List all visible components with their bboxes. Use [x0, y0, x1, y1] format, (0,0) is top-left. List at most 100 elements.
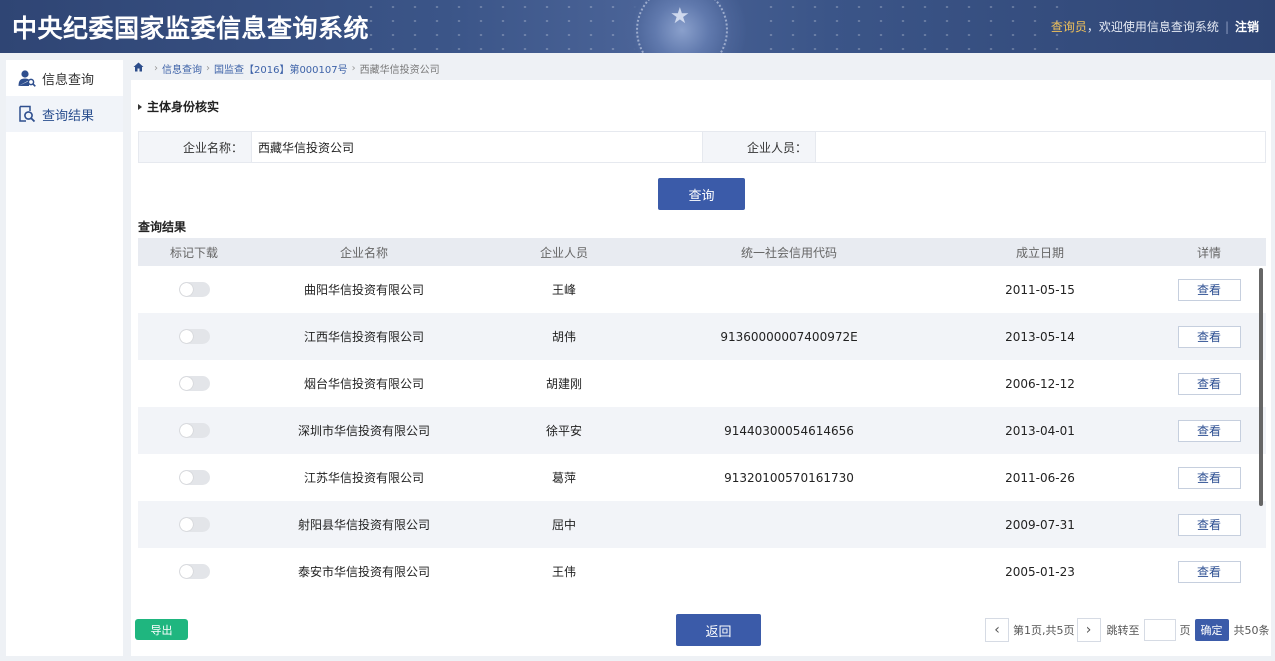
jump-label: 跳转至 — [1106, 624, 1140, 637]
chevron-right-icon: › — [154, 62, 158, 74]
company-name-cell: 泰安市华信投资有限公司 — [297, 565, 430, 579]
mark-download-toggle[interactable] — [178, 470, 210, 485]
view-detail-button[interactable]: 查看 — [1177, 278, 1241, 301]
company-name-input[interactable] — [251, 132, 703, 162]
app-header: ★ 中央纪委国家监委信息查询系统 查询员，欢迎使用信息查询系统 | 注销 — [0, 0, 1275, 53]
company-person-input[interactable] — [815, 132, 1265, 162]
table-header: 标记下载 企业名称 企业人员 统一社会信用代码 成立日期 详情 — [138, 238, 1266, 266]
company-person-cell: 屈中 — [551, 518, 576, 532]
company-name-cell: 曲阳华信投资有限公司 — [303, 283, 424, 297]
company-person-label: 企业人员： — [703, 132, 815, 162]
column-header: 企业名称 — [339, 245, 388, 260]
mark-download-cell — [138, 282, 250, 297]
table-body: 曲阳华信投资有限公司 王峰 2011-05-15 查看 江西华信投资有限公司 胡伟 9136… — [138, 266, 1266, 595]
view-detail-button[interactable]: 查看 — [1177, 466, 1241, 489]
back-button[interactable]: 返回 — [676, 614, 761, 646]
user-bar: 查询员，欢迎使用信息查询系统 | 注销 — [1051, 18, 1259, 35]
view-detail-button[interactable]: 查看 — [1177, 372, 1241, 395]
mark-download-cell — [138, 423, 250, 438]
breadcrumb-item[interactable]: 信息查询 — [162, 61, 202, 76]
table-row: 曲阳华信投资有限公司 王峰 2011-05-15 查看 — [138, 266, 1266, 313]
view-detail-button[interactable]: 查看 — [1177, 513, 1241, 536]
mark-download-cell — [138, 376, 250, 391]
founding-date-cell: 2005-01-23 — [1005, 564, 1075, 579]
header-decoration — [760, 0, 1060, 53]
view-detail-button[interactable]: 查看 — [1177, 419, 1241, 442]
star-icon: ★ — [670, 4, 690, 29]
confirm-button[interactable]: 确定 — [1194, 619, 1229, 641]
export-button[interactable]: 导出 — [135, 619, 188, 640]
detail-cell: 查看 — [1152, 325, 1266, 348]
view-detail-button[interactable]: 查看 — [1177, 325, 1241, 348]
page-jump-input[interactable] — [1143, 619, 1176, 641]
detail-cell: 查看 — [1152, 513, 1266, 536]
sidebar-item-query-results[interactable]: 查询结果 — [6, 96, 123, 132]
table-row: 射阳县华信投资有限公司 屈中 2009-07-31 查看 — [138, 501, 1266, 548]
mark-download-cell — [138, 564, 250, 579]
detail-cell: 查看 — [1152, 560, 1266, 583]
prev-page-icon[interactable]: ‹ — [985, 618, 1009, 642]
mark-download-toggle[interactable] — [178, 282, 210, 297]
table-row: 烟台华信投资有限公司 胡建刚 2006-12-12 查看 — [138, 360, 1266, 407]
company-name-cell: 江苏华信投资有限公司 — [303, 471, 424, 485]
search-form: 企业名称： 企业人员： — [138, 131, 1266, 163]
mark-download-cell — [138, 470, 250, 485]
company-name-label: 企业名称： — [139, 132, 251, 162]
sidebar-item-label: 查询结果 — [42, 108, 95, 124]
welcome-text: ，欢迎使用信息查询系统 — [1086, 20, 1219, 34]
app-title: 中央纪委国家监委信息查询系统 — [12, 14, 370, 43]
founding-date-cell: 2009-07-31 — [1005, 517, 1075, 532]
header-decoration — [360, 0, 660, 53]
table-row: 泰安市华信投资有限公司 王伟 2005-01-23 查看 — [138, 548, 1266, 595]
section-title: 主体身份核实 — [138, 98, 219, 115]
column-header: 企业人员 — [539, 245, 588, 260]
company-name-cell: 深圳市华信投资有限公司 — [297, 424, 430, 438]
page-info: 第1页,共5页 — [1013, 624, 1075, 637]
chevron-right-icon: › — [206, 62, 210, 74]
column-header: 统一社会信用代码 — [740, 245, 837, 260]
query-button[interactable]: 查询 — [658, 178, 745, 210]
company-person-cell: 葛萍 — [551, 471, 576, 485]
credit-code-cell: 91360000007400972E — [720, 329, 858, 344]
divider: | — [1224, 20, 1229, 34]
mark-download-toggle[interactable] — [178, 329, 210, 344]
credit-code-cell: 91440300054614656 — [724, 423, 854, 438]
sidebar-item-info-query[interactable]: 信息查询 — [6, 60, 123, 96]
table-scrollbar[interactable] — [1259, 268, 1263, 506]
breadcrumb-current: 西藏华信投资公司 — [359, 64, 440, 76]
founding-date-cell: 2013-04-01 — [1005, 423, 1075, 438]
home-icon[interactable] — [133, 62, 144, 75]
founding-date-cell: 2011-05-15 — [1005, 282, 1075, 297]
user-search-icon — [18, 69, 36, 87]
mark-download-toggle[interactable] — [178, 376, 210, 391]
detail-cell: 查看 — [1152, 466, 1266, 489]
sidebar-item-label: 信息查询 — [42, 72, 95, 88]
logout-link[interactable]: 注销 — [1235, 20, 1259, 34]
column-header: 成立日期 — [1015, 245, 1064, 260]
column-header: 详情 — [1196, 245, 1221, 260]
breadcrumb: › 信息查询 › 国监查【2016】第000107号 › 西藏华信投资公司 — [131, 58, 1271, 78]
detail-cell: 查看 — [1152, 372, 1266, 395]
founding-date-cell: 2006-12-12 — [1005, 376, 1075, 391]
detail-cell: 查看 — [1152, 419, 1266, 442]
next-page-icon[interactable]: › — [1076, 618, 1101, 642]
view-detail-button[interactable]: 查看 — [1177, 560, 1241, 583]
founding-date-cell: 2011-06-26 — [1005, 470, 1075, 485]
results-table: 标记下载 企业名称 企业人员 统一社会信用代码 成立日期 详情 曲阳华信投资有限… — [138, 238, 1266, 600]
company-person-cell: 王峰 — [551, 283, 576, 297]
result-search-icon — [18, 105, 36, 123]
mark-download-toggle[interactable] — [178, 564, 210, 579]
mark-download-toggle[interactable] — [178, 517, 210, 532]
pagination: ‹ 第1页,共5页 › 跳转至 页 确定 共50条 — [985, 618, 1270, 642]
mark-download-toggle[interactable] — [178, 423, 210, 438]
chevron-right-icon: › — [351, 62, 356, 74]
company-person-cell: 胡建刚 — [545, 377, 582, 391]
user-role: 查询员 — [1050, 20, 1087, 34]
company-person-cell: 王伟 — [551, 565, 576, 579]
table-row: 江西华信投资有限公司 胡伟 91360000007400972E 2013-05-14… — [138, 313, 1266, 360]
mark-download-cell — [138, 517, 250, 532]
sidebar: 信息查询 查询结果 — [6, 60, 123, 656]
total-count: 共50条 — [1233, 624, 1270, 637]
main-content: › 信息查询 › 国监查【2016】第000107号 › 西藏华信投资公司 主体… — [131, 58, 1271, 656]
breadcrumb-item[interactable]: 国监查【2016】第000107号 — [214, 61, 348, 76]
